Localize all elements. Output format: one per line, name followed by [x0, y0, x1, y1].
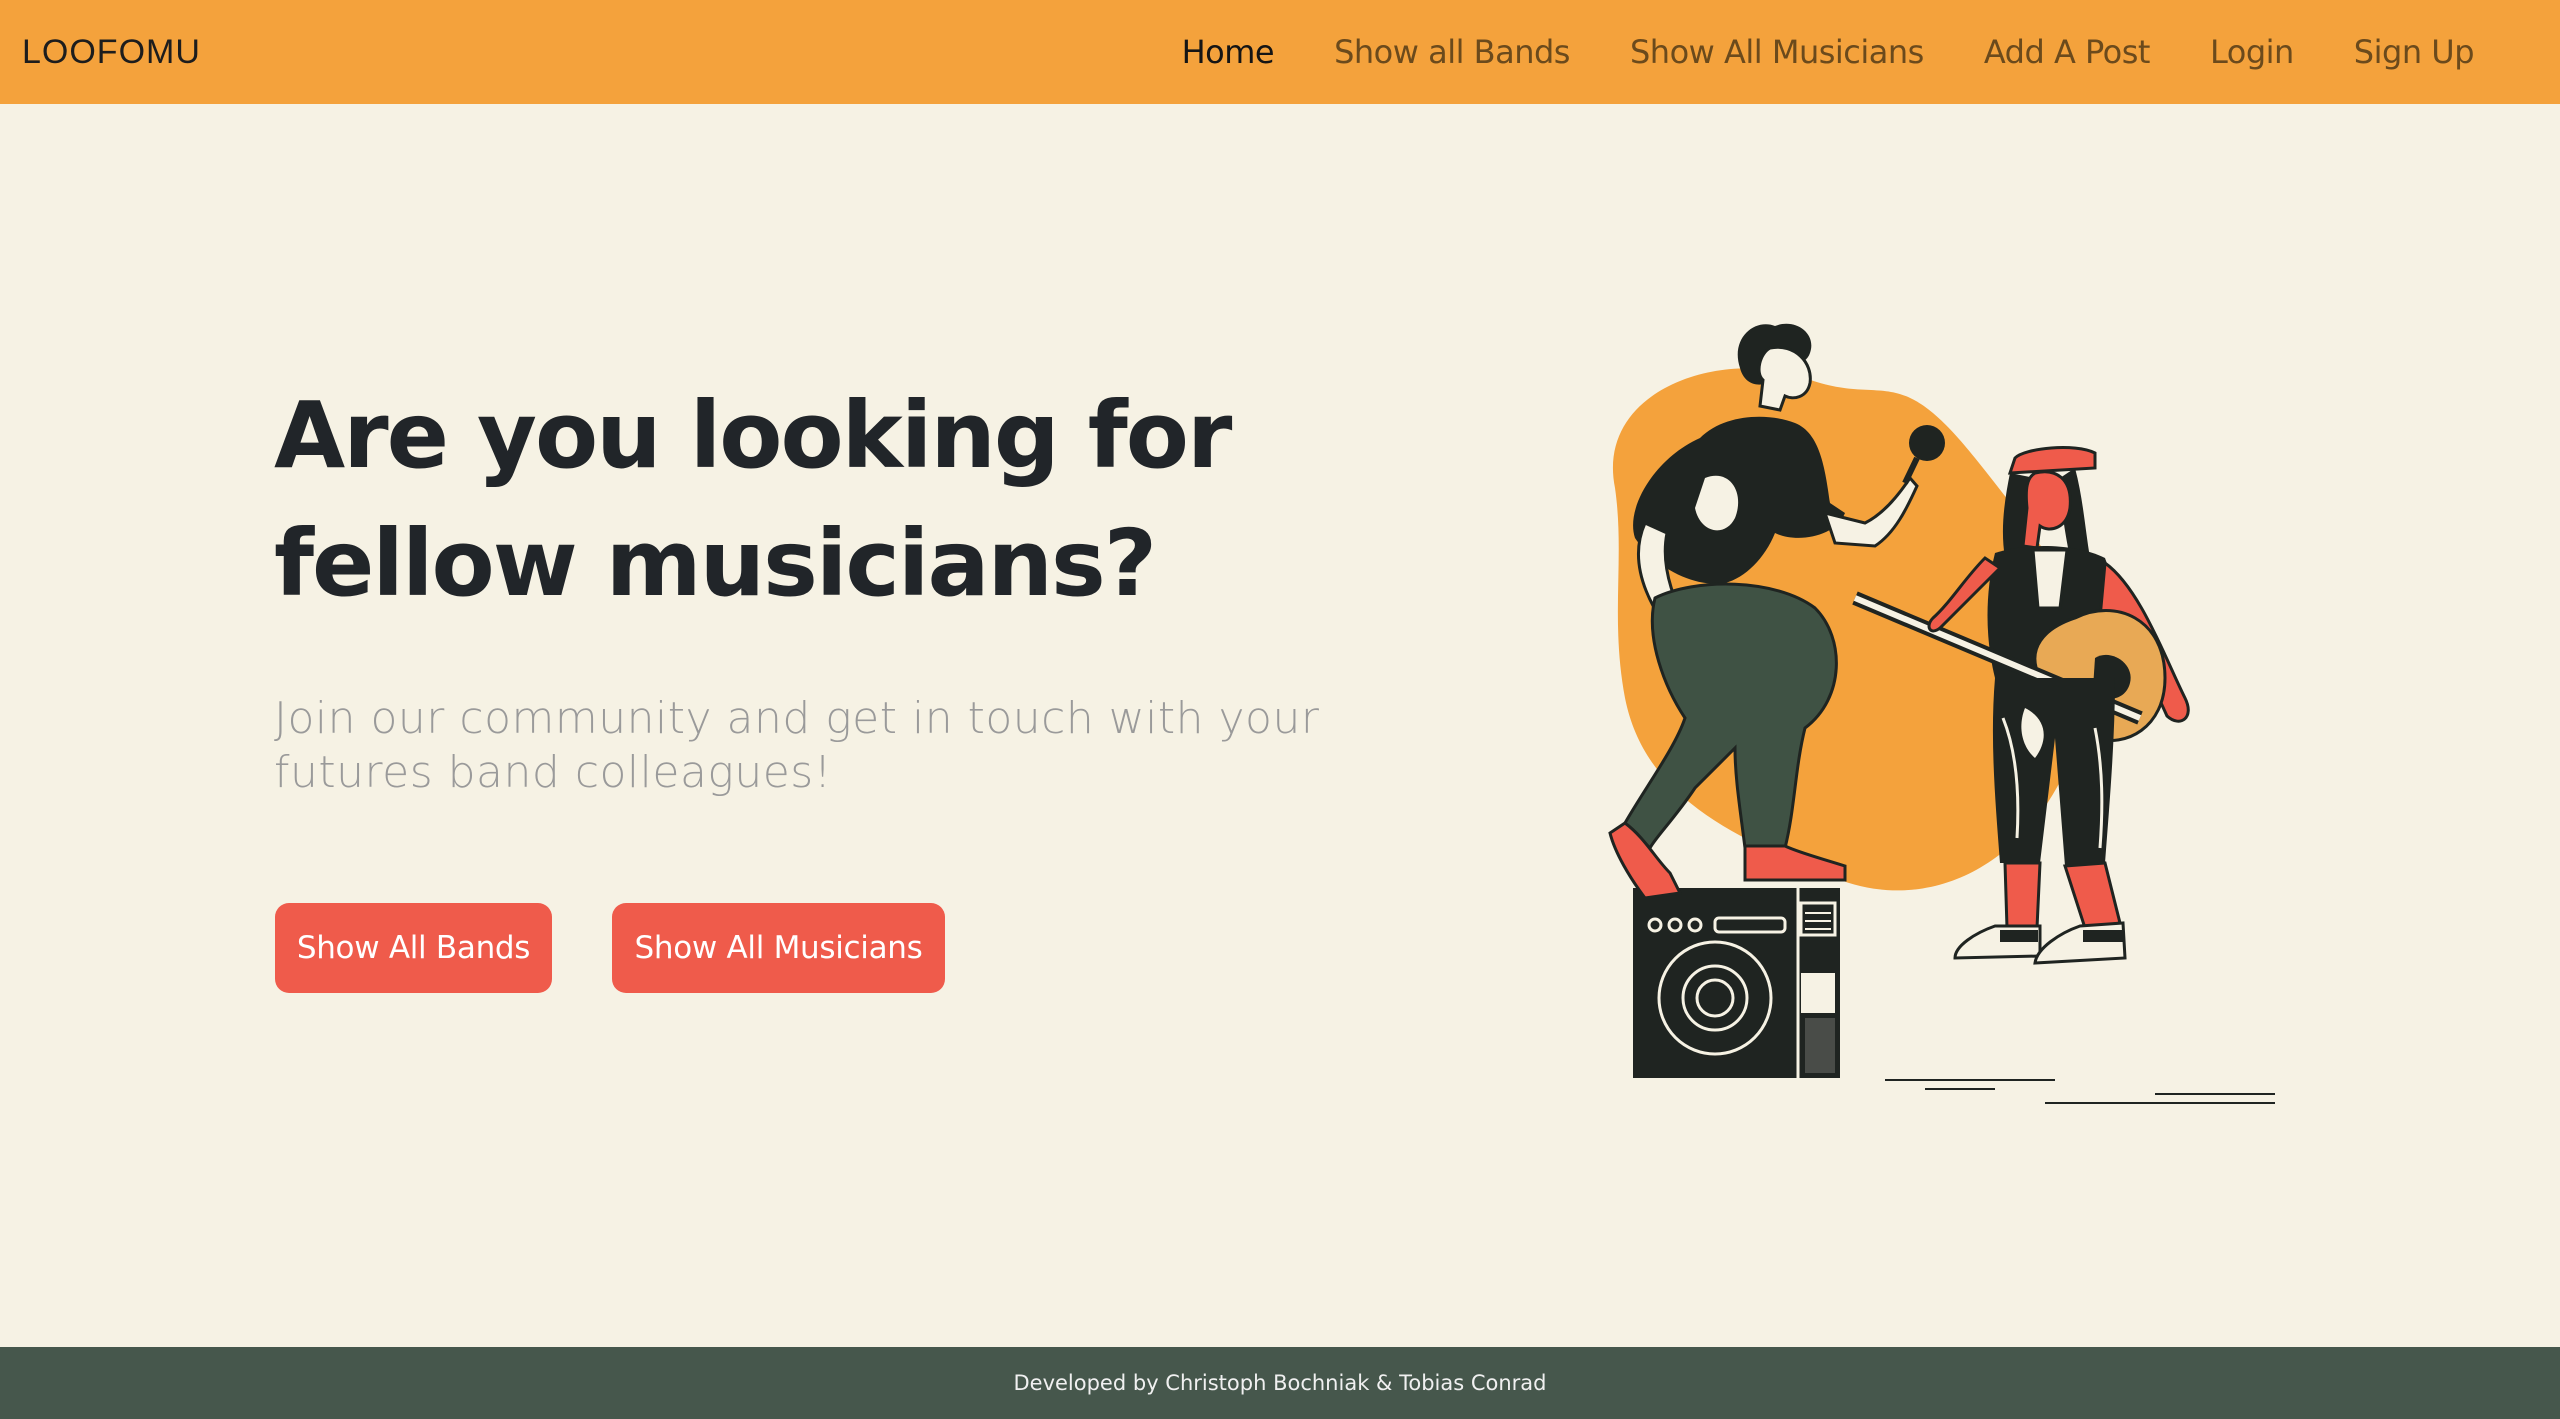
nav-link-add-a-post[interactable]: Add A Post [1984, 33, 2151, 71]
nav-link-home[interactable]: Home [1182, 33, 1275, 71]
ground-lines [1885, 1079, 2275, 1104]
musicians-illustration [1608, 323, 2275, 1104]
hero-title-line-2: fellow musicians? [274, 510, 1157, 617]
nav-link-login[interactable]: Login [2210, 33, 2294, 71]
footer-credits: Developed by Christoph Bochniak & Tobias… [1013, 1371, 1547, 1395]
show-all-bands-button[interactable]: Show All Bands [275, 903, 552, 993]
navbar: LOOFOMU Home Show all Bands Show All Mus… [0, 0, 2560, 104]
brand-logo[interactable]: LOOFOMU [22, 33, 201, 72]
hero-title: Are you looking for fellow musicians? [274, 372, 1274, 628]
nav-link-show-all-musicians[interactable]: Show All Musicians [1630, 33, 1924, 71]
show-all-musicians-button[interactable]: Show All Musicians [612, 903, 945, 993]
hero-title-line-1: Are you looking for [274, 382, 1232, 489]
nav-link-sign-up[interactable]: Sign Up [2354, 33, 2475, 71]
footer: Developed by Christoph Bochniak & Tobias… [0, 1347, 2560, 1419]
hero-subtitle: Join our community and get in touch with… [274, 693, 1320, 798]
nav-links: Home Show all Bands Show All Musicians A… [1182, 33, 2475, 71]
nav-link-show-all-bands[interactable]: Show all Bands [1334, 33, 1570, 71]
amplifier-shape [1633, 888, 1840, 1078]
